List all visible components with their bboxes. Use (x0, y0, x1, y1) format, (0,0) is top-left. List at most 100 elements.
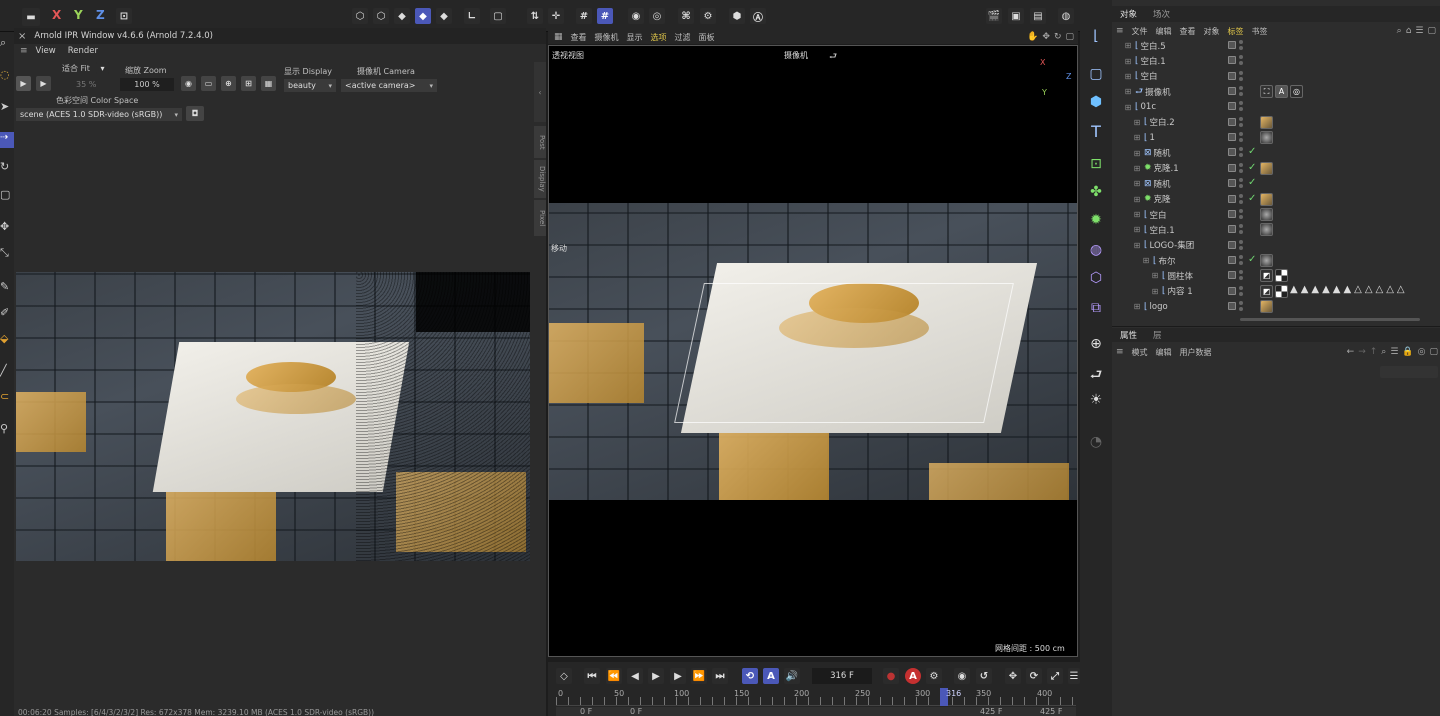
visibility-dots[interactable] (1239, 132, 1243, 143)
crop-icon[interactable]: ⊞ (241, 76, 256, 91)
attribute-menu-userdata[interactable]: 用户数据 (1180, 347, 1212, 358)
expand-icon[interactable]: ⊞ (1131, 118, 1143, 127)
expand-icon[interactable]: ⊞ (1131, 133, 1143, 142)
colorspace-select[interactable]: scene (ACES 1.0 SDR-video (sRGB)) ▾ (16, 108, 182, 121)
arnold-shape-icon[interactable]: ⬢ (729, 8, 745, 24)
visibility-checkbox[interactable] (1228, 56, 1236, 65)
visibility-checkbox[interactable] (1228, 225, 1236, 234)
rotate-view-icon[interactable]: ↻ (1054, 32, 1062, 42)
lock-icon[interactable]: 🔒 (1402, 347, 1413, 357)
expand-icon[interactable]: ⊞ (1122, 103, 1134, 112)
object-row[interactable]: ⊞ ⌊ 空白 (1112, 207, 1440, 222)
tool-magnet-icon[interactable]: ⊂ (0, 390, 9, 403)
attribute-menu-edit[interactable]: 编辑 (1156, 347, 1172, 358)
expand-icon[interactable]: ⊞ (1131, 195, 1143, 204)
home-icon[interactable]: ⌂ (1406, 26, 1412, 36)
viewport-menu-view[interactable]: 查看 (571, 32, 587, 43)
side-tab-post[interactable]: Post (534, 126, 546, 158)
edges-mode-icon[interactable]: ⬡ (373, 8, 389, 24)
object-menu-tags[interactable]: 标签 (1228, 26, 1244, 37)
render-active-icon[interactable]: ◎ (649, 8, 665, 24)
object-row[interactable]: ⊞ ⌊ 空白 (1112, 69, 1440, 84)
object-row[interactable]: ⊞ ⌊ 布尔 ✓ (1112, 253, 1440, 268)
tab-attributes[interactable]: 属性 (1120, 329, 1137, 341)
settings-gear-icon[interactable]: ⚙ (700, 8, 716, 24)
object-row[interactable]: ⊞ ⌊ 空白.1 (1112, 53, 1440, 68)
object-row[interactable]: ⊞ ✹ 克隆 ✓ (1112, 192, 1440, 207)
expand-icon[interactable]: ⊞ (1131, 225, 1143, 234)
palette-subdivision-icon[interactable]: ⊡ (1086, 156, 1106, 176)
object-menu-edit[interactable]: 编辑 (1156, 26, 1172, 37)
menu-view[interactable]: View (36, 46, 56, 56)
object-row[interactable]: ⊞ ⌊ 圆柱体 ◩ (1112, 268, 1440, 283)
enabled-check-icon[interactable]: ✓ (1248, 146, 1256, 157)
visibility-dots[interactable] (1239, 101, 1243, 112)
viewport-menu-panel[interactable]: 面板 (699, 32, 715, 43)
play-render-button[interactable]: ▶ (16, 76, 31, 91)
menu-render[interactable]: Render (68, 46, 98, 56)
expand-icon[interactable]: ⊞ (1131, 210, 1143, 219)
object-row[interactable]: ⊞ ✹ 克隆.1 ✓ (1112, 161, 1440, 176)
fit-dropdown-icon[interactable]: ▾ (96, 62, 109, 74)
axis-mode-icon[interactable]: ∟ (464, 8, 480, 24)
object-row[interactable]: ⊞ ⌊ 空白.1 (1112, 222, 1440, 237)
play-icon[interactable]: ▶ (648, 668, 664, 684)
expand-icon[interactable]: ⊞ (1149, 271, 1161, 280)
visibility-dots[interactable] (1239, 147, 1243, 158)
object-row[interactable]: ⊞ ⊠ 随机 ✓ (1112, 145, 1440, 160)
visibility-dots[interactable] (1239, 40, 1243, 50)
target-tag-icon[interactable]: ◎ (1290, 85, 1303, 99)
visibility-dots[interactable] (1239, 86, 1243, 97)
next-frame-icon[interactable]: ▶ (670, 668, 686, 684)
keyframe-icon[interactable]: ◇ (556, 668, 572, 684)
expand-icon[interactable]: ⊞ (1131, 241, 1143, 250)
viewport-menu-display[interactable]: 显示 (627, 32, 643, 43)
menu-lines-icon[interactable]: ≡ (20, 46, 28, 56)
move-tool-icon[interactable]: ⇅ (527, 8, 543, 24)
palette-deformer-icon[interactable]: ◍ (1086, 242, 1106, 262)
visibility-checkbox[interactable] (1228, 117, 1236, 126)
palette-effector-icon[interactable]: ✹ (1086, 212, 1106, 232)
tool-paint-icon[interactable]: ✐ (0, 306, 9, 319)
expand-icon[interactable]: ⊞ (1131, 149, 1143, 158)
close-icon[interactable]: × (18, 31, 26, 42)
frame-field[interactable]: 316 F (812, 668, 872, 684)
palette-spline-icon[interactable]: ▢ (1086, 66, 1106, 86)
forward-arrow-icon[interactable]: → (1358, 347, 1366, 357)
visibility-dots[interactable] (1239, 162, 1243, 173)
snapshot-button[interactable]: ▶ (36, 76, 51, 91)
expand-icon[interactable]: ⊞ (1131, 164, 1143, 173)
visibility-dots[interactable] (1239, 270, 1243, 281)
attr-search-icon[interactable]: ⌕ (1381, 347, 1386, 357)
zoom-input[interactable]: 100 % (120, 78, 174, 91)
viewport-menu-options[interactable]: 选项 (651, 32, 667, 43)
viewport-menu-filter[interactable]: 过滤 (675, 32, 691, 43)
go-end-icon[interactable]: ⏭ (712, 668, 728, 684)
visibility-checkbox[interactable] (1228, 71, 1236, 80)
object-row[interactable]: ⊞ ⌊ LOGO-集团 (1112, 238, 1440, 253)
range-start-a[interactable]: 0 F (580, 707, 592, 716)
grid-icon[interactable]: ▦ (261, 76, 276, 91)
object-row[interactable]: ⊞ ⌊ 空白.5 (1112, 38, 1440, 53)
expand-icon[interactable]: ⊞ (1122, 41, 1134, 50)
object-menu-file[interactable]: 文件 (1132, 26, 1148, 37)
tab-takes[interactable]: 场次 (1153, 8, 1170, 20)
visibility-checkbox[interactable] (1228, 194, 1236, 203)
key-param-icon[interactable]: ⟳ (1026, 668, 1042, 684)
key-rotation-icon[interactable]: ↺ (976, 668, 992, 684)
snap-icon[interactable]: ▢ (490, 8, 506, 24)
tool-scale-icon[interactable]: ▢ (0, 188, 10, 201)
object-row[interactable]: ⊞ ⌊ logo (1112, 299, 1440, 314)
sphere-tag-icon[interactable] (1260, 253, 1273, 267)
arnold-logo-icon[interactable]: Ⓐ (750, 8, 766, 24)
back-arrow-icon[interactable]: ← (1347, 347, 1355, 357)
tab-objects[interactable]: 对象 (1120, 8, 1137, 20)
tool-brush-icon[interactable]: ✎ (0, 280, 9, 293)
tab-layers[interactable]: 层 (1153, 329, 1162, 341)
expand-icon[interactable]: ⊞ (1149, 287, 1161, 296)
display-select[interactable]: beauty ▾ (284, 79, 336, 92)
visibility-dots[interactable] (1239, 208, 1243, 219)
keyset-icon[interactable]: ⚙ (926, 668, 942, 684)
attr-target-icon[interactable]: ◎ (1418, 347, 1426, 357)
sphere-tag-icon[interactable] (1260, 207, 1273, 221)
